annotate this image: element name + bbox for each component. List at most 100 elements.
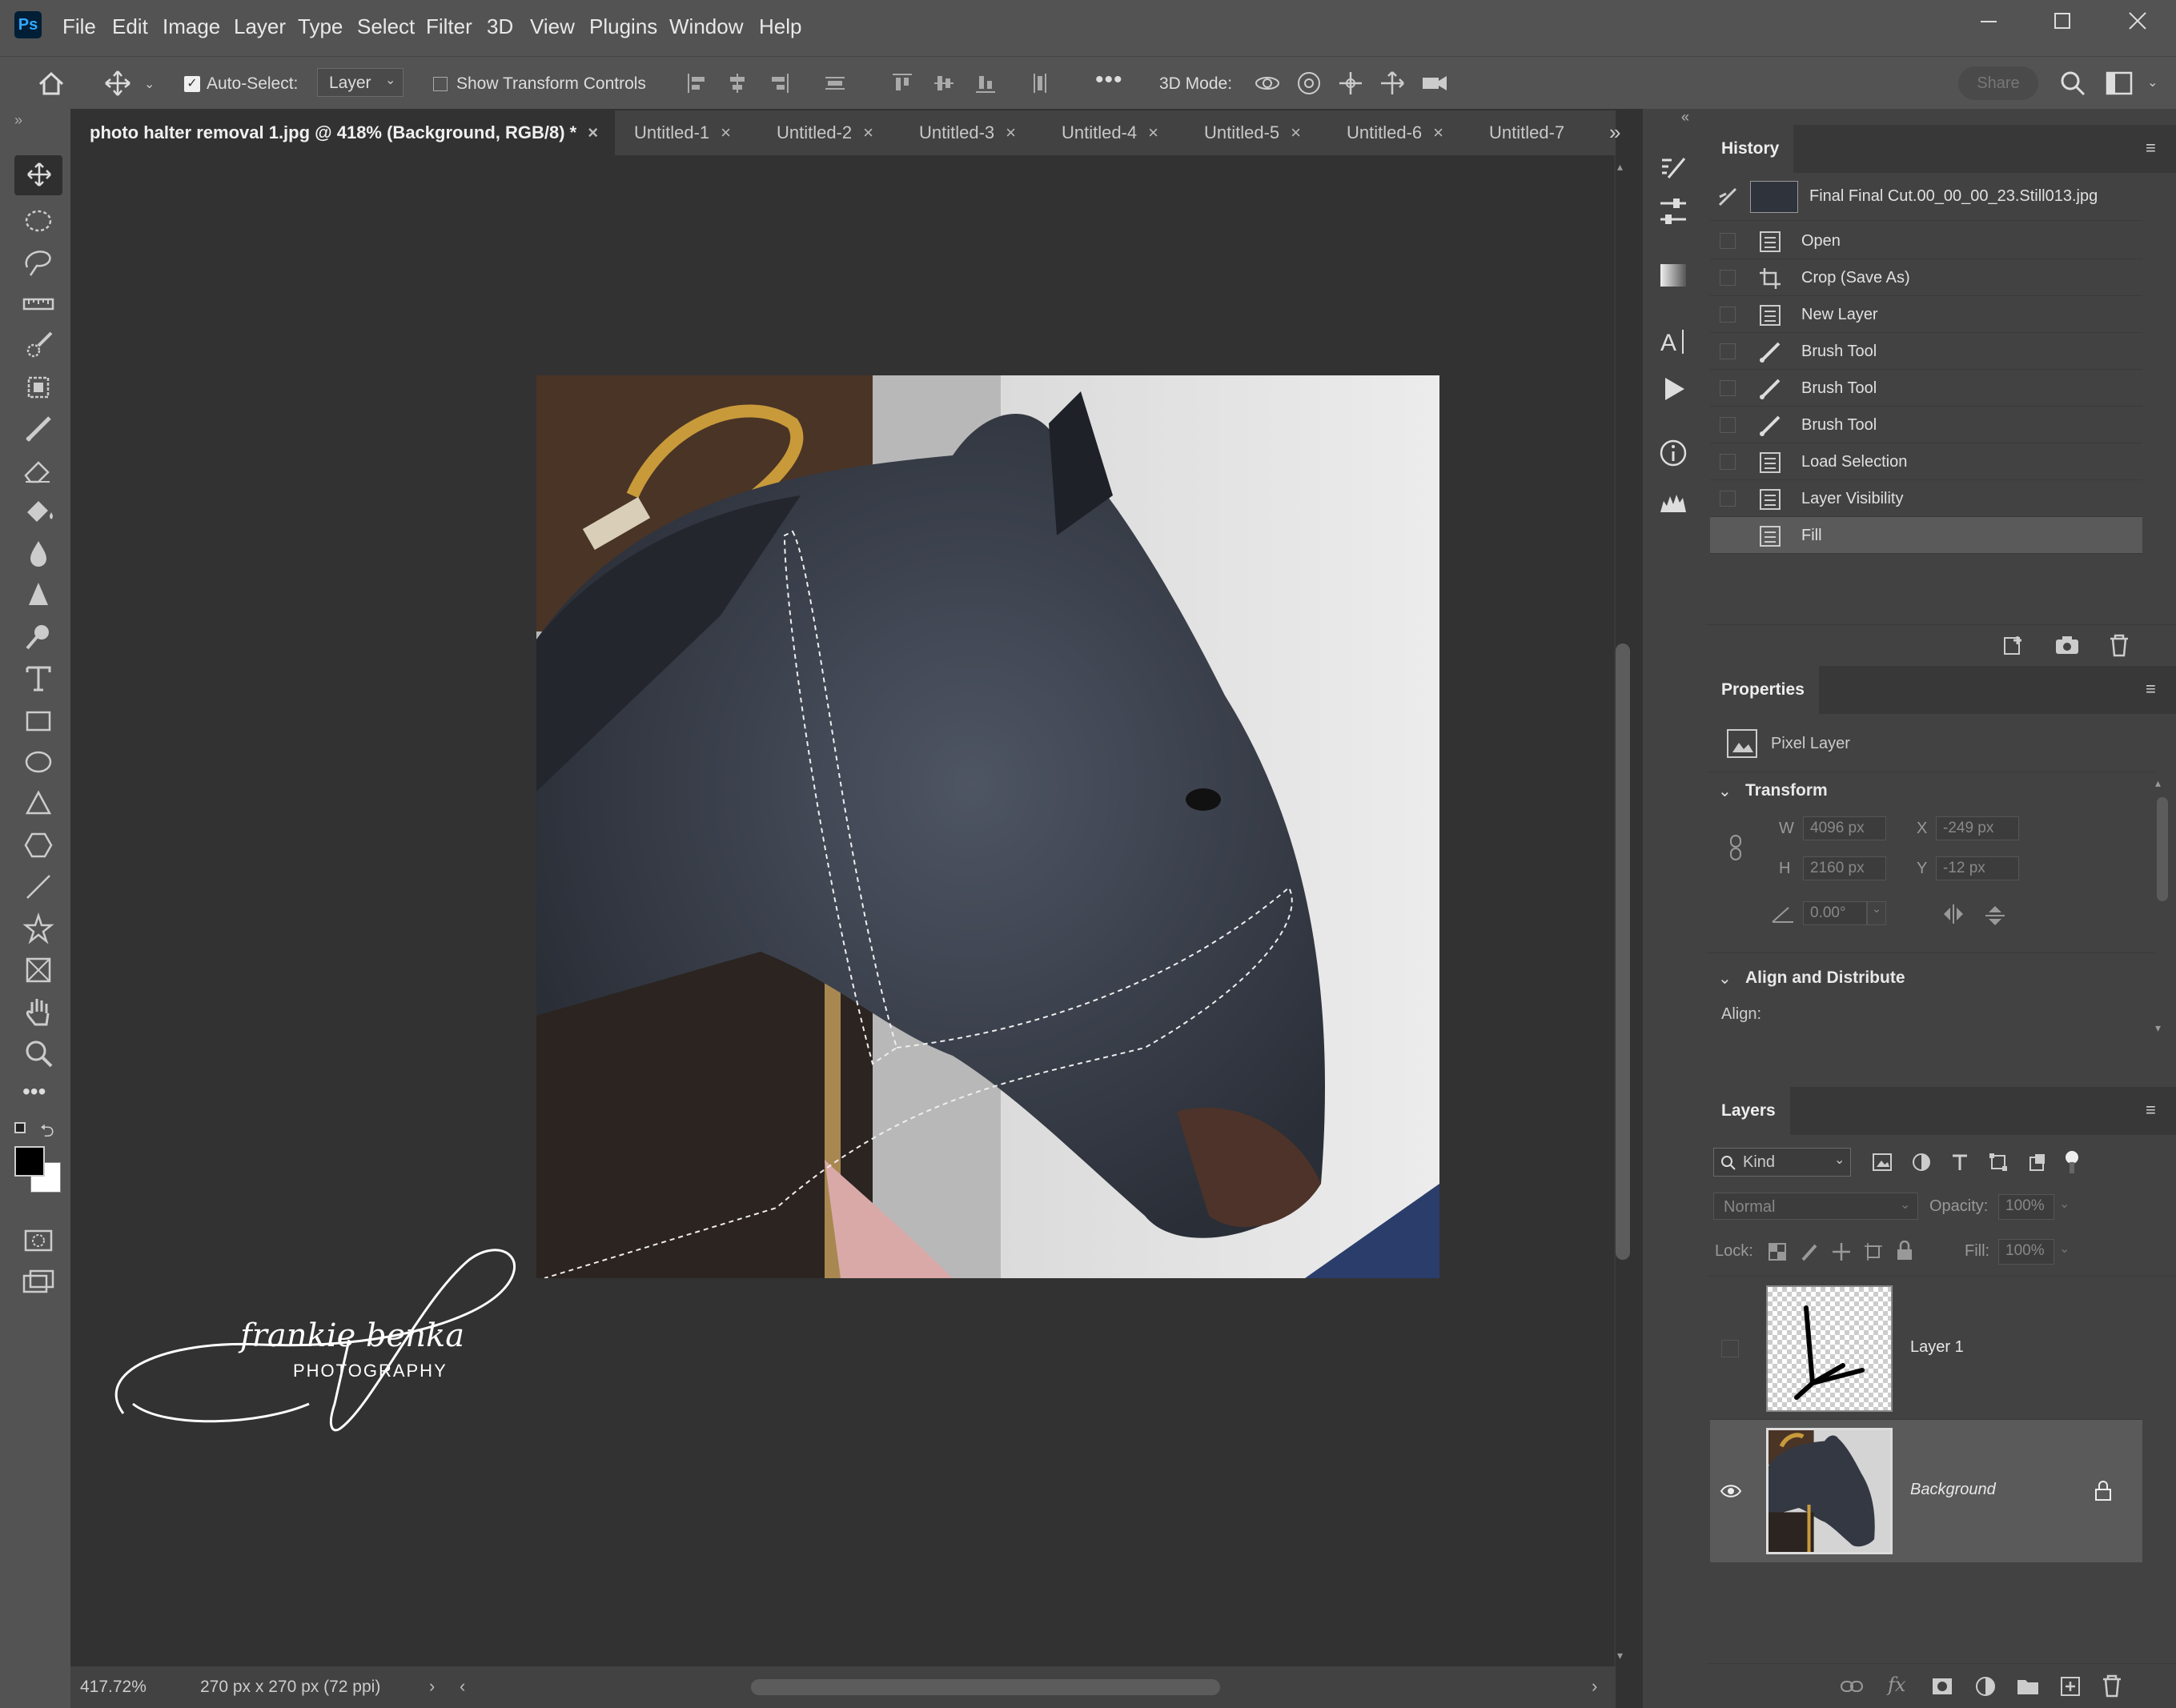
close-icon[interactable]: × [863, 122, 873, 142]
horizontal-scroll-thumb[interactable] [751, 1679, 1220, 1695]
home-icon[interactable] [37, 70, 66, 97]
align-section-title[interactable]: Align and Distribute [1745, 968, 1905, 988]
history-snapshot-row[interactable]: Final Final Cut.00_00_00_23.Still013.jpg [1710, 173, 2142, 221]
history-checkbox[interactable] [1720, 417, 1736, 433]
history-item[interactable]: Crop (Save As) [1710, 259, 2142, 296]
history-checkbox[interactable] [1720, 270, 1736, 286]
zoom-level[interactable]: 417.72% [80, 1678, 147, 1697]
more-tools-icon[interactable]: ••• [22, 1079, 46, 1105]
scroll-right-icon[interactable]: › [1592, 1676, 1597, 1697]
crop-tool-icon[interactable] [19, 368, 58, 407]
history-item[interactable]: Brush Tool [1710, 370, 2142, 407]
angle-dropdown[interactable]: ⌄ [1867, 901, 1886, 925]
paint-bucket-icon[interactable] [19, 493, 58, 531]
filter-adjustment-icon[interactable] [1912, 1153, 1931, 1172]
visibility-toggle[interactable] [1721, 1340, 1739, 1357]
swap-colors-icon[interactable]: ⮌ [40, 1117, 54, 1148]
layer-name[interactable]: Background [1910, 1481, 1996, 1499]
menu-help[interactable]: Help [759, 14, 801, 39]
brush-settings-icon[interactable] [1657, 150, 1689, 182]
close-icon[interactable]: × [1148, 122, 1158, 142]
quick-selection-icon[interactable] [19, 327, 58, 365]
hand-tool-icon[interactable] [19, 992, 58, 1031]
more-options-icon[interactable]: ••• [1095, 66, 1123, 94]
menu-file[interactable]: File [62, 14, 96, 39]
distribute-vertical-icon[interactable] [1028, 71, 1052, 95]
filter-shape-icon[interactable] [1989, 1153, 2008, 1172]
menu-view[interactable]: View [530, 14, 575, 39]
history-checkbox[interactable] [1720, 527, 1736, 543]
tab-untitled-5[interactable]: Untitled-5 × [1204, 110, 1301, 155]
default-colors-icon[interactable] [14, 1122, 26, 1133]
scroll-left-icon[interactable]: ‹ [460, 1676, 465, 1697]
blend-mode-dropdown[interactable]: Normal ⌄ [1713, 1193, 1918, 1220]
flip-vertical-icon[interactable] [1984, 903, 2006, 928]
eye-icon[interactable] [1720, 1482, 1742, 1500]
menu-image[interactable]: Image [163, 14, 220, 39]
scroll-up-icon[interactable]: ▴ [1617, 160, 1623, 174]
angle-field[interactable]: 0.00° [1803, 901, 1867, 925]
history-brush-source-icon[interactable] [1716, 186, 1739, 208]
y-field[interactable]: -12 px [1936, 856, 2019, 880]
close-icon[interactable]: × [1291, 122, 1301, 142]
chevron-down-icon[interactable]: ⌄ [2147, 74, 2158, 90]
polygon-tool-icon[interactable] [19, 826, 58, 864]
canvas-area[interactable]: frankie benka PHOTOGRAPHY ▴ ▾ [70, 155, 1630, 1666]
history-checkbox[interactable] [1720, 233, 1736, 249]
chevron-down-icon[interactable]: ⌄ [1718, 781, 1732, 801]
layer-row-selected[interactable]: Background [1710, 1420, 2142, 1562]
tab-untitled-7[interactable]: Untitled-7 [1489, 110, 1564, 155]
lock-artboard-icon[interactable] [1864, 1242, 1883, 1261]
move-tool-icon[interactable] [104, 70, 131, 97]
foreground-color-swatch[interactable] [14, 1146, 45, 1177]
align-left-icon[interactable] [685, 71, 709, 95]
screen-mode-icon[interactable] [19, 1263, 58, 1301]
search-icon[interactable] [2059, 70, 2086, 97]
filter-pixel-icon[interactable] [1872, 1153, 1893, 1172]
actions-play-icon[interactable] [1657, 373, 1689, 405]
show-transform-checkbox[interactable] [433, 77, 448, 91]
align-top-icon[interactable] [890, 71, 914, 95]
dodge-icon[interactable] [19, 618, 58, 656]
histogram-icon[interactable] [1657, 485, 1689, 517]
share-button[interactable]: Share [1958, 66, 2038, 100]
tab-history[interactable]: History [1707, 125, 1794, 173]
adjustment-layer-icon[interactable] [1974, 1675, 1997, 1698]
layer-name[interactable]: Layer 1 [1910, 1338, 1964, 1357]
history-item[interactable]: Layer Visibility [1710, 480, 2142, 517]
rectangle-tool-icon[interactable] [19, 701, 58, 740]
fx-icon[interactable]: fx [1888, 1674, 1905, 1696]
history-checkbox[interactable] [1720, 307, 1736, 323]
tab-untitled-4[interactable]: Untitled-4 × [1062, 110, 1158, 155]
character-icon[interactable]: A [1657, 325, 1689, 357]
ellipse-tool-icon[interactable] [19, 743, 58, 781]
transform-section-title[interactable]: Transform [1745, 781, 1828, 800]
quick-mask-icon[interactable] [19, 1221, 58, 1260]
new-layer-icon[interactable] [2059, 1674, 2082, 1698]
sharpen-icon[interactable] [19, 576, 58, 615]
triangle-tool-icon[interactable] [19, 784, 58, 823]
close-icon[interactable]: × [588, 122, 598, 142]
auto-select-checkbox[interactable]: ✓ [184, 76, 200, 92]
eraser-icon[interactable] [19, 451, 58, 490]
link-layers-icon[interactable] [1840, 1677, 1864, 1696]
custom-shape-icon[interactable] [19, 909, 58, 948]
menu-plugins[interactable]: Plugins [589, 14, 657, 39]
fill-field[interactable]: 100% [1998, 1239, 2054, 1265]
close-icon[interactable]: × [721, 122, 731, 142]
close-icon[interactable]: × [1006, 122, 1016, 142]
history-item-selected[interactable]: Fill [1710, 517, 2142, 554]
scroll-down-icon[interactable]: ▾ [2155, 1021, 2161, 1035]
scroll-down-icon[interactable]: ▾ [1617, 1649, 1623, 1662]
chevron-down-icon[interactable]: ⌄ [144, 76, 155, 92]
history-item[interactable]: Load Selection [1710, 443, 2142, 480]
history-checkbox[interactable] [1720, 491, 1736, 507]
menu-type[interactable]: Type [298, 14, 343, 39]
marquee-icon[interactable] [19, 202, 58, 240]
chevron-down-icon[interactable]: ⌄ [2059, 1241, 2070, 1257]
trash-icon[interactable] [2107, 633, 2131, 657]
collapse-panels-icon[interactable]: « [1681, 109, 1689, 126]
frame-tool-icon[interactable] [19, 951, 58, 989]
adjustments-icon[interactable] [1657, 195, 1689, 227]
layer-filter-dropdown[interactable]: Kind ⌄ [1713, 1148, 1851, 1177]
